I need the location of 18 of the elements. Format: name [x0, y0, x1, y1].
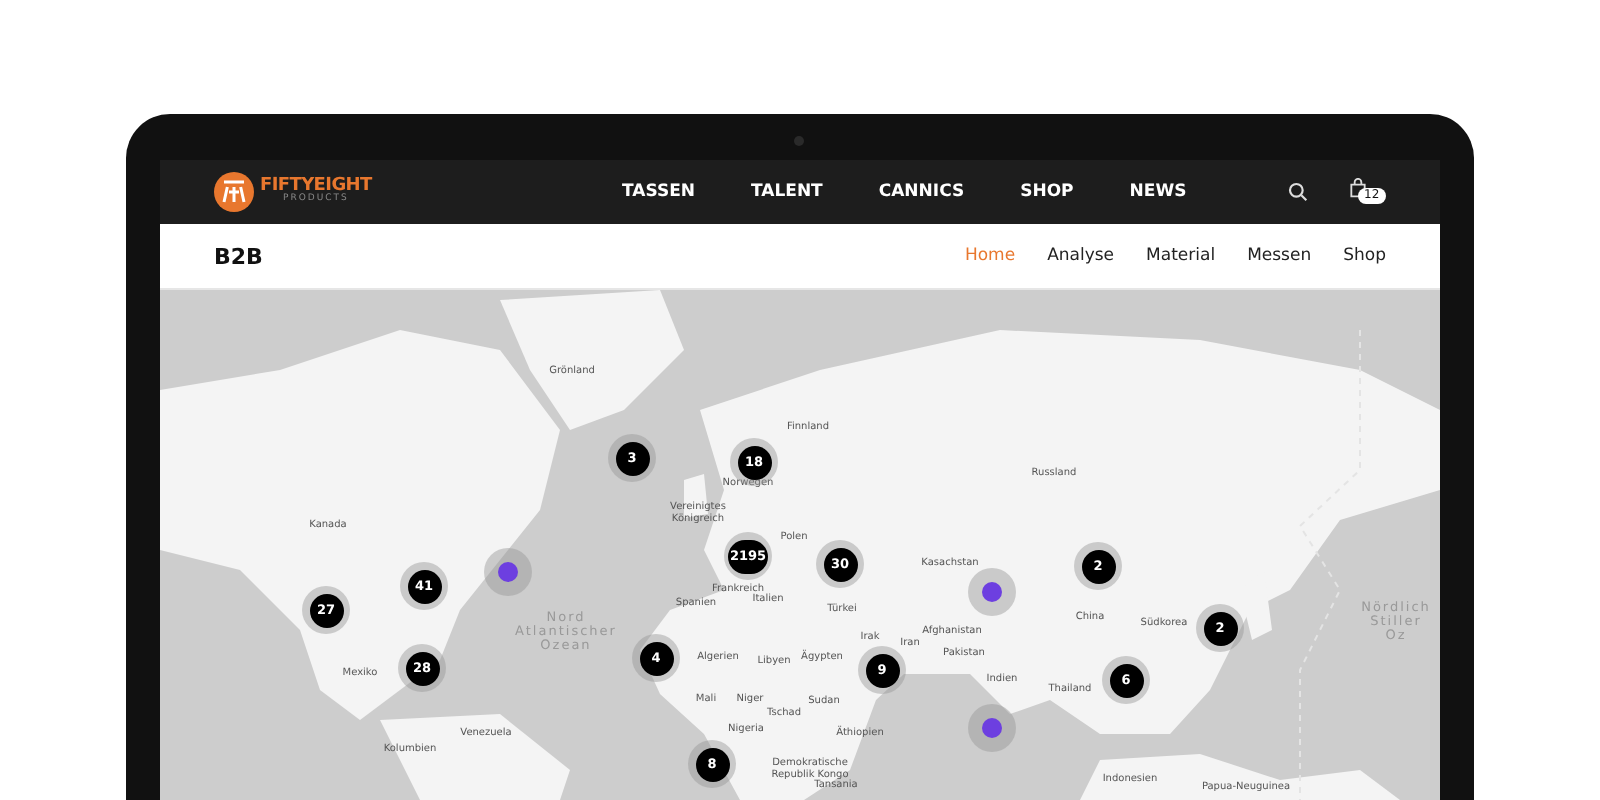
logo-icon — [214, 172, 254, 212]
nav-tab[interactable]: Analyse — [1047, 246, 1115, 266]
nav-link[interactable]: NEWS — [1129, 182, 1187, 202]
camera-icon — [794, 136, 804, 146]
bag-icon[interactable] — [1348, 178, 1368, 198]
location-marker[interactable] — [968, 704, 1016, 752]
nav-link[interactable]: TASSEN — [622, 182, 695, 202]
search-icon[interactable] — [1288, 182, 1308, 202]
nav-tab[interactable]: Shop — [1343, 246, 1386, 266]
nav-link[interactable]: SHOP — [1020, 182, 1074, 202]
location-marker[interactable] — [968, 568, 1016, 616]
nav-tab[interactable]: Messen — [1247, 246, 1312, 266]
location-marker[interactable] — [484, 548, 532, 596]
world-map[interactable] — [160, 290, 1440, 800]
nav-link[interactable]: TALENT — [751, 182, 823, 202]
nav-link[interactable]: CANNICS — [878, 182, 965, 202]
nav-tab[interactable]: Material — [1146, 246, 1216, 266]
page-title: B2B — [214, 243, 263, 269]
